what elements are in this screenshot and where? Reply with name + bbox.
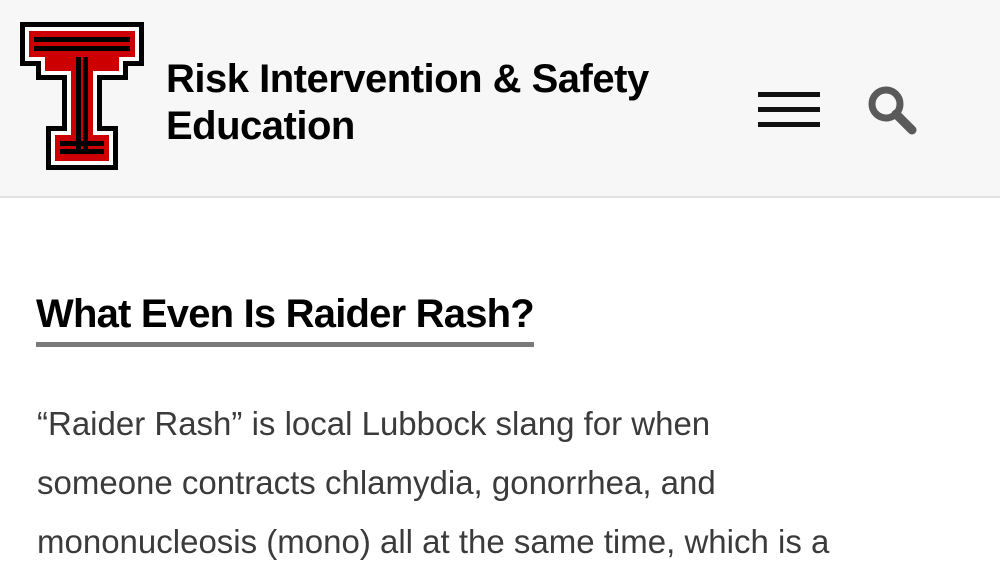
hamburger-menu-icon-bar — [758, 122, 820, 127]
site-title[interactable]: Risk Intervention & Safety Education — [166, 56, 746, 150]
hamburger-menu-icon-bar — [758, 107, 820, 112]
site-title-line-1: Risk Intervention & Safety — [166, 57, 649, 101]
main-content: What Even Is Raider Rash? “Raider Rash” … — [0, 198, 1000, 576]
paragraph-line: “Raider Rash” is local Lubbock slang for… — [37, 405, 711, 442]
paragraph-line: mononucleosis (mono) all at the same tim… — [37, 523, 830, 560]
hamburger-menu-icon — [758, 92, 820, 97]
site-title-line-2: Education — [166, 104, 355, 148]
search-icon — [868, 86, 917, 135]
article-heading: What Even Is Raider Rash? — [36, 290, 535, 347]
double-t-logo-icon[interactable] — [20, 22, 144, 170]
paragraph-line: someone contracts chlamydia, gonorrhea, … — [37, 464, 716, 501]
article-paragraph: “Raider Rash” is local Lubbock slang for… — [37, 394, 977, 571]
site-header: Risk Intervention & Safety Education — [0, 0, 1000, 198]
menu-button[interactable] — [758, 90, 820, 130]
search-button[interactable] — [866, 84, 918, 136]
